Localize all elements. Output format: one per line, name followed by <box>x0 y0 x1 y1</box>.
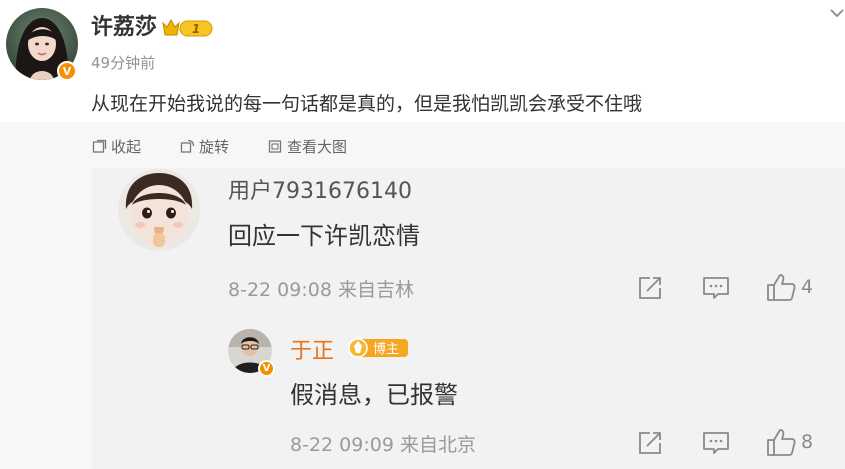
comment-meta: 8-22 09:08 来自吉林 <box>228 275 414 302</box>
comment-source: 来自吉林 <box>337 279 414 301</box>
share-icon <box>639 432 661 454</box>
comment-button[interactable] <box>702 430 730 456</box>
view-large-label: 查看大图 <box>287 137 348 156</box>
comment-button[interactable] <box>702 275 730 301</box>
view-large-icon <box>268 139 282 153</box>
rotate-button[interactable]: 旋转 <box>180 136 229 156</box>
comment-icon <box>703 432 729 454</box>
vip-crown-badge-icon: 1 <box>162 18 213 37</box>
post-time: 49分钟前 <box>91 54 156 72</box>
post-content: 从现在开始我说的每一句话都是真的，但是我怕凯凯会承受不住哦 <box>91 93 643 115</box>
share-button[interactable] <box>637 430 663 456</box>
verified-v-icon: V <box>258 360 275 377</box>
like-count: 4 <box>801 276 814 298</box>
rotate-label: 旋转 <box>199 137 230 156</box>
reply-author-name[interactable]: 于正 <box>290 333 334 365</box>
like-button[interactable]: 8 <box>765 427 813 457</box>
reply-date: 8-22 09:09 <box>290 434 394 456</box>
blogger-badge-icon: 博主 <box>348 338 408 358</box>
collapse-button[interactable]: 收起 <box>92 136 141 156</box>
chevron-down-icon[interactable] <box>829 6 845 20</box>
vip-level-text: 1 <box>192 22 200 36</box>
thumbs-up-icon <box>767 429 796 456</box>
verified-v-icon: V <box>57 61 77 81</box>
rotate-icon <box>180 139 195 153</box>
comment-text: 回应一下许凯恋情 <box>228 222 420 250</box>
comment-date: 8-22 09:08 <box>228 279 332 301</box>
view-large-button[interactable]: 查看大图 <box>268 136 347 156</box>
avatar-image <box>118 169 200 251</box>
share-button[interactable] <box>637 275 663 301</box>
comment-image-area <box>92 168 845 469</box>
reply-meta: 8-22 09:09 来自北京 <box>290 430 476 457</box>
comment-icon <box>703 277 729 299</box>
like-count: 8 <box>801 431 814 453</box>
like-button[interactable]: 4 <box>765 272 813 302</box>
post-author-name[interactable]: 许荔莎 <box>91 14 157 42</box>
collapse-icon <box>92 139 107 153</box>
weibo-post-screen: V 许荔莎 1 49分钟前 从现在开始我说的每一句话都是真的，但是我怕凯凯会承受… <box>0 0 845 469</box>
commenter-avatar[interactable] <box>118 169 200 251</box>
share-icon <box>639 277 661 299</box>
reply-source: 来自北京 <box>399 434 476 456</box>
reply-text: 假消息，已报警 <box>290 381 458 409</box>
blogger-badge-text: 博主 <box>373 342 399 357</box>
thumbs-up-icon <box>767 274 796 301</box>
commenter-name[interactable]: 用户7931676140 <box>228 173 412 205</box>
collapse-label: 收起 <box>111 137 142 156</box>
